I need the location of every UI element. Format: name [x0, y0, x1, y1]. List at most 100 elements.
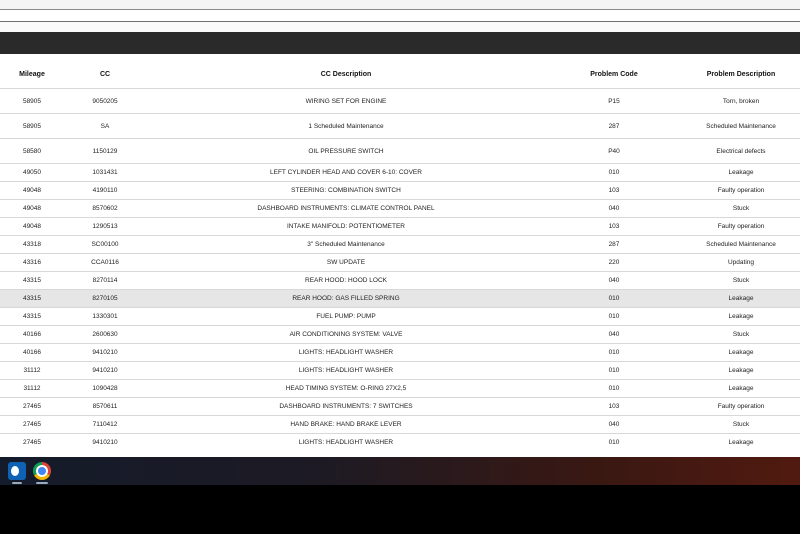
cell-mileage: 40166 [0, 325, 64, 344]
cell-problem-code: 010 [546, 379, 682, 398]
cell-problem-description: Stuck [682, 415, 800, 434]
cell-problem-code: 103 [546, 217, 682, 236]
cell-cc-description: HAND BRAKE: HAND BRAKE LEVER [146, 415, 546, 434]
cell-cc: 2600630 [64, 325, 146, 344]
cell-mileage: 43315 [0, 271, 64, 290]
cell-problem-code: 040 [546, 415, 682, 434]
cell-cc: CCA0116 [64, 253, 146, 272]
cell-mileage: 43318 [0, 235, 64, 254]
cell-cc: 1150129 [64, 138, 146, 164]
cell-mileage: 27465 [0, 415, 64, 434]
cell-problem-code: 010 [546, 433, 682, 451]
cell-mileage: 27465 [0, 397, 64, 416]
cell-problem-code: 287 [546, 113, 682, 139]
table-row[interactable]: 49048 1290513 INTAKE MANIFOLD: POTENTIOMET… [0, 217, 800, 236]
column-header-problem-code[interactable]: Problem Code [546, 60, 682, 89]
cell-mileage: 43316 [0, 253, 64, 272]
cell-problem-code: 010 [546, 289, 682, 308]
cell-cc-description: REAR HOOD: HOOD LOCK [146, 271, 546, 290]
table-row[interactable]: 31112 1090428 HEAD TIMING SYSTEM: O-RING 2… [0, 379, 800, 398]
cell-mileage: 58905 [0, 113, 64, 139]
cell-cc-description: DASHBOARD INSTRUMENTS: CLIMATE CONTROL P… [146, 199, 546, 218]
cell-mileage: 43315 [0, 289, 64, 308]
page-header-band [0, 32, 800, 54]
cell-mileage: 49050 [0, 163, 64, 182]
chrome-running-indicator [36, 482, 48, 484]
table-row[interactable]: 43315 8270114 REAR HOOD: HOOD LOCK 040 Stuck [0, 271, 800, 290]
cell-problem-description: Leakage [682, 163, 800, 182]
cell-problem-description: Leakage [682, 361, 800, 380]
cell-cc: 1031431 [64, 163, 146, 182]
cell-cc: 8570611 [64, 397, 146, 416]
cell-mileage: 49048 [0, 181, 64, 200]
cell-problem-description: Stuck [682, 199, 800, 218]
cell-problem-description: Leakage [682, 307, 800, 326]
cell-cc: 8570602 [64, 199, 146, 218]
cell-cc: 8270105 [64, 289, 146, 308]
repair-history-table: Mileage CC CC Description Problem Code P… [0, 60, 800, 451]
cell-problem-code: 010 [546, 361, 682, 380]
cell-problem-code: 040 [546, 325, 682, 344]
table-row[interactable]: 43315 1330301 FUEL PUMP: PUMP 010 Leakage [0, 307, 800, 326]
cell-cc: 7110412 [64, 415, 146, 434]
cell-problem-code: 287 [546, 235, 682, 254]
cell-cc-description: AIR CONDITIONING SYSTEM: VALVE [146, 325, 546, 344]
column-header-mileage[interactable]: Mileage [0, 60, 64, 89]
cell-problem-description: Faulty operation [682, 397, 800, 416]
cell-cc-description: SW UPDATE [146, 253, 546, 272]
windows-taskbar [0, 457, 800, 485]
table-row[interactable]: 49048 8570602 DASHBOARD INSTRUMENTS: CLIMA… [0, 199, 800, 218]
cell-cc: 9050205 [64, 88, 146, 114]
table-row[interactable]: 27465 7110412 HAND BRAKE: HAND BRAKE LEVER… [0, 415, 800, 434]
top-strip [0, 0, 800, 10]
cell-problem-description: Scheduled Maintenance [682, 113, 800, 139]
cell-problem-code: 010 [546, 343, 682, 362]
table-row[interactable]: 58905 9050205 WIRING SET FOR ENGINE P15 Torn… [0, 88, 800, 114]
table-header-row: Mileage CC CC Description Problem Code P… [0, 60, 800, 89]
cell-problem-description: Scheduled Maintenance [682, 235, 800, 254]
column-header-cc-description[interactable]: CC Description [146, 60, 546, 89]
cell-cc-description: OIL PRESSURE SWITCH [146, 138, 546, 164]
cell-mileage: 31112 [0, 379, 64, 398]
table-row[interactable]: 43318 SC00100 3" Scheduled Maintenance 287 S… [0, 235, 800, 254]
cell-cc: SA [64, 113, 146, 139]
table-row[interactable]: 49050 1031431 LEFT CYLINDER HEAD AND COVER… [0, 163, 800, 182]
cell-cc-description: FUEL PUMP: PUMP [146, 307, 546, 326]
column-header-cc[interactable]: CC [64, 60, 146, 89]
cell-cc-description: 3" Scheduled Maintenance [146, 235, 546, 254]
cell-problem-description: Stuck [682, 271, 800, 290]
cell-cc: 1290513 [64, 217, 146, 236]
cell-cc-description: STEERING: COMBINATION SWITCH [146, 181, 546, 200]
cell-problem-code: 103 [546, 397, 682, 416]
table-row[interactable]: 49048 4190110 STEERING: COMBINATION SWITCH… [0, 181, 800, 200]
cell-cc: 9410210 [64, 361, 146, 380]
table-row[interactable]: 43316 CCA0116 SW UPDATE 220 Updating [0, 253, 800, 272]
table-row[interactable]: 43315 8270105 REAR HOOD: GAS FILLED SPRING… [0, 289, 800, 308]
cell-cc: 9410210 [64, 433, 146, 451]
table-row[interactable]: 27465 9410210 LIGHTS: HEADLIGHT WASHER 010 L… [0, 433, 800, 451]
table-row[interactable]: 31112 9410210 LIGHTS: HEADLIGHT WASHER 010 L… [0, 361, 800, 380]
outlook-icon[interactable] [8, 462, 26, 480]
cell-mileage: 43315 [0, 307, 64, 326]
chrome-icon[interactable] [33, 462, 51, 480]
column-header-problem-description[interactable]: Problem Description [682, 60, 800, 89]
cell-problem-code: P15 [546, 88, 682, 114]
blank-strip [0, 22, 800, 32]
cell-problem-code: 040 [546, 199, 682, 218]
table-row[interactable]: 40166 2600630 AIR CONDITIONING SYSTEM: VAL… [0, 325, 800, 344]
table-row[interactable]: 58905 SA 1 Scheduled Maintenance 287 Schedul… [0, 113, 800, 139]
cell-problem-description: Leakage [682, 343, 800, 362]
cell-cc-description: LIGHTS: HEADLIGHT WASHER [146, 433, 546, 451]
cell-cc: 9410210 [64, 343, 146, 362]
browser-window: Mileage CC CC Description Problem Code P… [0, 0, 800, 457]
cell-problem-description: Leakage [682, 379, 800, 398]
table-row[interactable]: 27465 8570611 DASHBOARD INSTRUMENTS: 7 SWI… [0, 397, 800, 416]
table-row[interactable]: 40166 9410210 LIGHTS: HEADLIGHT WASHER 010 L… [0, 343, 800, 362]
cell-mileage: 49048 [0, 199, 64, 218]
table-row[interactable]: 58580 1150129 OIL PRESSURE SWITCH P40 Electr… [0, 138, 800, 164]
address-strip [0, 10, 800, 22]
cell-mileage: 31112 [0, 361, 64, 380]
cell-cc-description: 1 Scheduled Maintenance [146, 113, 546, 139]
cell-mileage: 58580 [0, 138, 64, 164]
cell-cc: 1090428 [64, 379, 146, 398]
